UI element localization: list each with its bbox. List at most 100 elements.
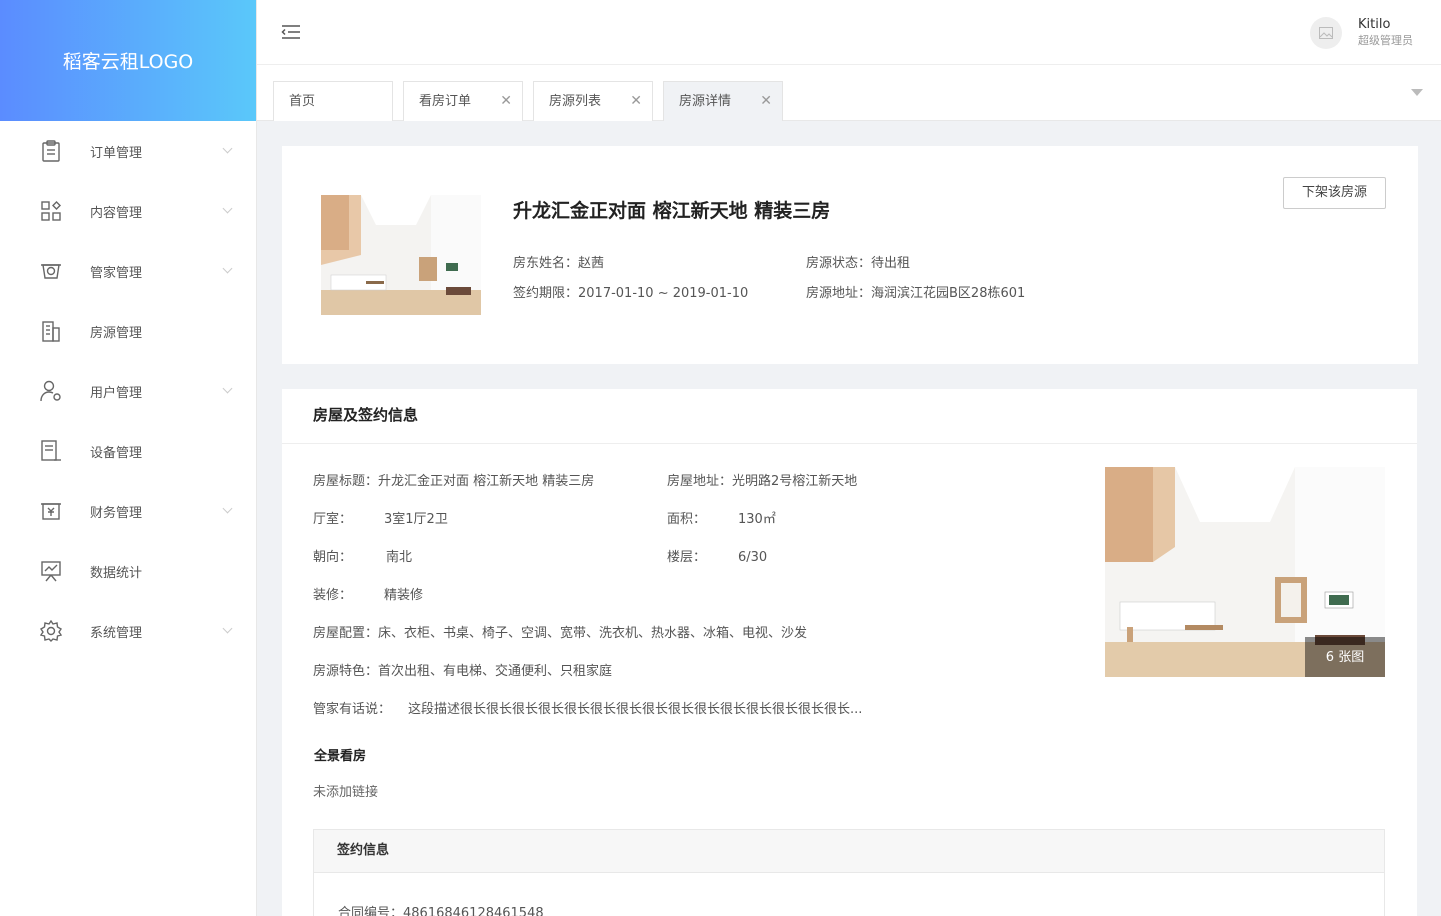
sidebar-item-label: 房源管理 bbox=[90, 325, 143, 341]
contract-panel: 签约信息 合同编号：48616846128461548 bbox=[313, 829, 1385, 916]
close-icon[interactable]: ✕ bbox=[760, 82, 772, 121]
sidebar-item-label: 系统管理 bbox=[90, 625, 143, 641]
field-value: 3室1厅2卫 bbox=[384, 512, 448, 527]
address-label: 房源地址： bbox=[806, 286, 872, 301]
rooms-row: 厅室： 3室1厅2卫 bbox=[313, 508, 448, 527]
menu-collapse-icon[interactable] bbox=[281, 24, 301, 40]
field-label: 面积： bbox=[667, 512, 707, 527]
contract-title: 签约信息 bbox=[314, 830, 1384, 873]
field-value: 光明路2号榕江新天地 bbox=[732, 474, 858, 489]
close-icon[interactable]: ✕ bbox=[500, 82, 512, 121]
field-label: 房屋配置： bbox=[313, 626, 379, 641]
caret-down-icon[interactable] bbox=[1411, 89, 1423, 96]
orientation-row: 朝向： 南北 bbox=[313, 546, 412, 565]
tab-house-list[interactable]: 房源列表 ✕ bbox=[533, 81, 653, 121]
floor-row: 楼层： 6/30 bbox=[667, 546, 767, 565]
panorama-value: 未添加链接 bbox=[313, 785, 379, 800]
field-value: 这段描述很长很长很长很长很长很长很长很长很长很长很长很长很长很长很长... bbox=[408, 702, 863, 717]
sidebar-item-system[interactable]: 系统管理 bbox=[0, 601, 256, 661]
field-value: 精装修 bbox=[384, 588, 424, 603]
panorama-title: 全景看房 bbox=[314, 749, 367, 764]
chevron-down-icon bbox=[222, 383, 233, 394]
field-label: 楼层： bbox=[667, 550, 707, 565]
chevron-down-icon bbox=[222, 263, 233, 274]
decoration-row: 装修： 精装修 bbox=[313, 584, 423, 603]
badge-icon bbox=[40, 260, 62, 282]
butler-note-row: 管家有话说： 这段描述很长很长很长很长很长很长很长很长很长很长很长很长很长很长很长… bbox=[313, 698, 862, 717]
chevron-down-icon bbox=[222, 143, 233, 154]
tab-home[interactable]: 首页 bbox=[273, 81, 393, 121]
avatar[interactable] bbox=[1310, 16, 1342, 49]
tab-viewing-orders[interactable]: 看房订单 ✕ bbox=[403, 81, 523, 121]
device-icon bbox=[40, 440, 62, 462]
user-name: Kitilo bbox=[1358, 17, 1391, 32]
field-label: 朝向： bbox=[313, 550, 353, 565]
sidebar-item-label: 设备管理 bbox=[90, 445, 143, 461]
sidebar-item-label: 用户管理 bbox=[90, 385, 143, 401]
field-value: 130㎡ bbox=[738, 512, 776, 527]
house-photo-gallery[interactable]: 6 张图 bbox=[1105, 467, 1385, 677]
sidebar-item-label: 内容管理 bbox=[90, 205, 143, 221]
tab-label: 首页 bbox=[289, 94, 316, 109]
term-info: 签约期限：2017-01-10 ~ 2019-01-10 bbox=[513, 282, 748, 301]
area-row: 面积： 130㎡ bbox=[667, 508, 776, 527]
app-logo[interactable]: 稻客云租LOGO bbox=[0, 0, 256, 121]
house-address-row: 房屋地址：光明路2号榕江新天地 bbox=[667, 470, 857, 489]
landlord-value: 赵茜 bbox=[578, 256, 605, 271]
address-value: 海润滨江花园B区28栋601 bbox=[871, 286, 1026, 301]
field-value: 首次出租、有电梯、交通便利、只租家庭 bbox=[378, 664, 613, 679]
contract-number-row: 合同编号：48616846128461548 bbox=[338, 902, 544, 916]
house-title-row: 房屋标题：升龙汇金正对面 榕江新天地 精装三房 bbox=[313, 470, 594, 489]
tab-house-detail[interactable]: 房源详情 ✕ bbox=[663, 81, 783, 121]
take-offline-button[interactable]: 下架该房源 bbox=[1283, 177, 1386, 209]
tab-label: 房源列表 bbox=[549, 94, 602, 109]
chevron-down-icon bbox=[222, 203, 233, 214]
chevron-down-icon bbox=[222, 623, 233, 634]
field-label: 合同编号： bbox=[338, 906, 404, 916]
field-label: 装修： bbox=[313, 588, 353, 603]
sidebar-item-devices[interactable]: 设备管理 bbox=[0, 421, 256, 481]
building-icon bbox=[40, 320, 62, 342]
sidebar-item-label: 财务管理 bbox=[90, 505, 143, 521]
sidebar-item-users[interactable]: 用户管理 bbox=[0, 361, 256, 421]
landlord-label: 房东姓名： bbox=[513, 256, 579, 271]
sidebar-item-label: 数据统计 bbox=[90, 565, 143, 581]
house-thumbnail[interactable] bbox=[321, 195, 481, 315]
chart-board-icon bbox=[40, 560, 62, 582]
top-header: Kitilo 超级管理员 bbox=[257, 0, 1441, 65]
sidebar: 稻客云租LOGO 订单管理 内容管理 管家管理 房源管理 用户管理 设备管理 财… bbox=[0, 0, 257, 916]
user-menu[interactable]: Kitilo 超级管理员 bbox=[1310, 16, 1413, 49]
sidebar-item-butlers[interactable]: 管家管理 bbox=[0, 241, 256, 301]
field-value: 南北 bbox=[386, 550, 413, 565]
status-info: 房源状态：待出租 bbox=[806, 252, 910, 271]
field-label: 房屋地址： bbox=[667, 474, 733, 489]
status-value: 待出租 bbox=[871, 256, 911, 271]
tab-bar: 首页 看房订单 ✕ 房源列表 ✕ 房源详情 ✕ bbox=[257, 65, 1441, 121]
field-value: 48616846128461548 bbox=[403, 906, 544, 916]
settings-icon bbox=[40, 620, 62, 642]
sidebar-item-label: 管家管理 bbox=[90, 265, 143, 281]
house-title: 升龙汇金正对面 榕江新天地 精装三房 bbox=[513, 200, 831, 222]
photo-count-badge[interactable]: 6 张图 bbox=[1305, 637, 1385, 677]
field-label: 管家有话说： bbox=[313, 702, 392, 717]
sidebar-item-content[interactable]: 内容管理 bbox=[0, 181, 256, 241]
tab-label: 房源详情 bbox=[679, 94, 732, 109]
grid-icon bbox=[40, 200, 62, 222]
house-summary-card: 升龙汇金正对面 榕江新天地 精装三房 房东姓名：赵茜 房源状态：待出租 签约期限… bbox=[282, 146, 1418, 364]
chevron-down-icon bbox=[222, 503, 233, 514]
sidebar-item-statistics[interactable]: 数据统计 bbox=[0, 541, 256, 601]
sidebar-item-finance[interactable]: 财务管理 bbox=[0, 481, 256, 541]
address-info: 房源地址：海润滨江花园B区28栋601 bbox=[806, 282, 1025, 301]
term-label: 签约期限： bbox=[513, 286, 579, 301]
field-value: 6/30 bbox=[738, 550, 768, 565]
status-label: 房源状态： bbox=[806, 256, 872, 271]
sidebar-item-houses[interactable]: 房源管理 bbox=[0, 301, 256, 361]
field-label: 厅室： bbox=[313, 512, 353, 527]
user-role: 超级管理员 bbox=[1358, 34, 1413, 47]
sidebar-item-label: 订单管理 bbox=[90, 145, 143, 161]
close-icon[interactable]: ✕ bbox=[630, 82, 642, 121]
landlord-info: 房东姓名：赵茜 bbox=[513, 252, 604, 271]
sidebar-item-orders[interactable]: 订单管理 bbox=[0, 121, 256, 181]
field-value: 床、衣柜、书桌、椅子、空调、宽带、洗衣机、热水器、冰箱、电视、沙发 bbox=[378, 626, 808, 641]
house-detail-card: 房屋及签约信息 房屋标题：升龙汇金正对面 榕江新天地 精装三房 房屋地址：光明路… bbox=[282, 389, 1417, 916]
